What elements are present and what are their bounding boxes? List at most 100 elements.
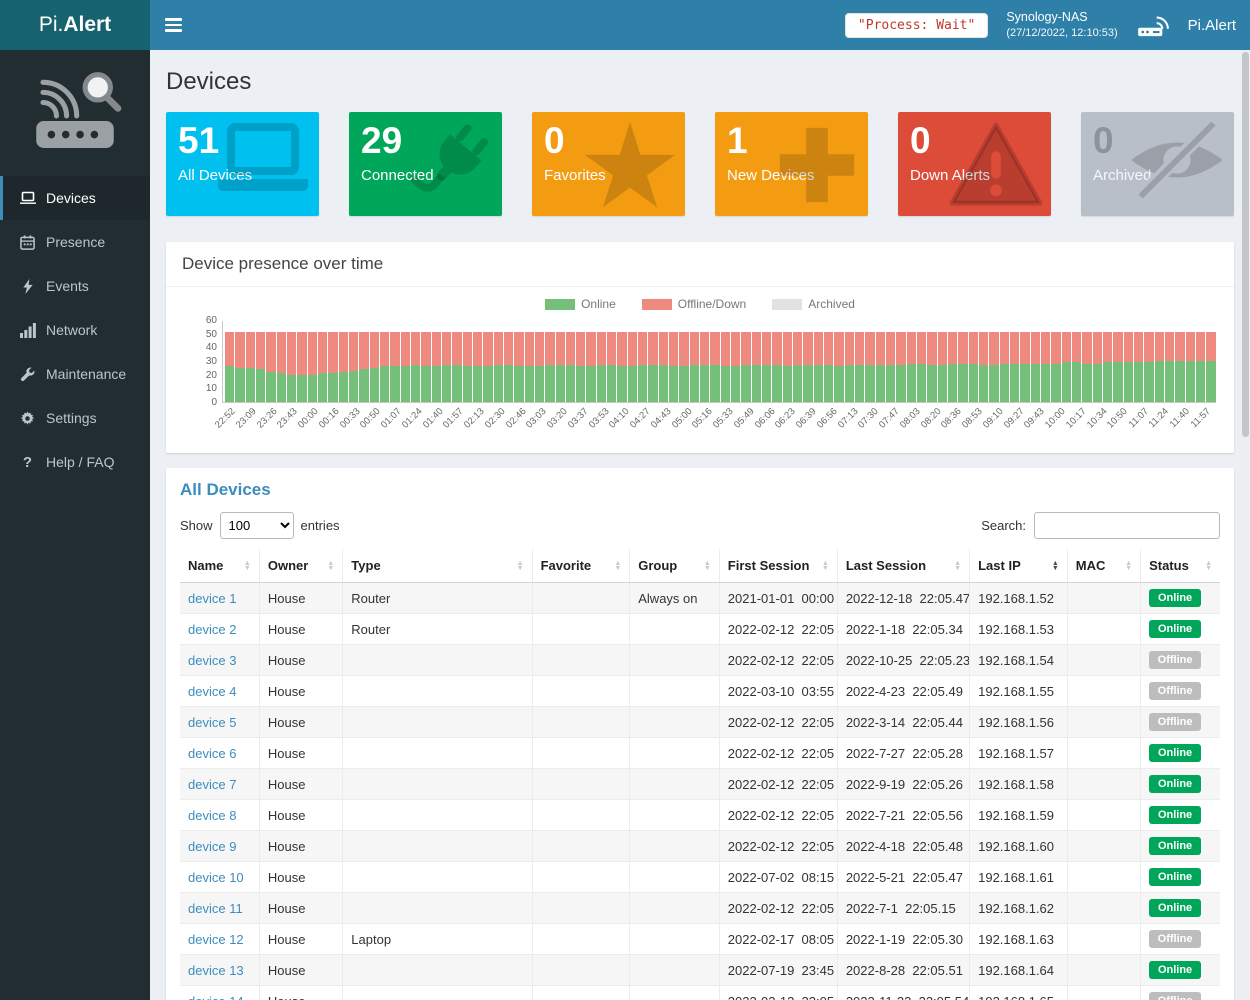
host-info: Synology-NAS (27/12/2022, 12:10:53) xyxy=(1006,9,1117,41)
summary-card-connected[interactable]: 29Connected xyxy=(349,112,502,216)
chart-bar xyxy=(638,332,647,402)
x-axis-label: 03:53 xyxy=(586,406,611,431)
x-axis-label: 00:00 xyxy=(296,406,321,431)
status-badge: Online xyxy=(1149,620,1201,638)
status-badge: Online xyxy=(1149,899,1201,917)
device-link[interactable]: device 14 xyxy=(188,994,244,1000)
chart-bar xyxy=(339,332,348,402)
cell-name: device 6 xyxy=(180,738,259,769)
column-header-favorite[interactable]: Favorite▲▼ xyxy=(532,549,630,583)
gear-icon xyxy=(19,411,36,426)
device-link[interactable]: device 4 xyxy=(188,684,236,699)
chart-bar xyxy=(545,332,554,402)
column-header-owner[interactable]: Owner▲▼ xyxy=(259,549,342,583)
cell-status: Online xyxy=(1141,583,1220,614)
device-link[interactable]: device 1 xyxy=(188,591,236,606)
cell-owner: House xyxy=(259,769,342,800)
chart-bar xyxy=(731,332,740,402)
x-axis-label: 08:36 xyxy=(939,406,964,431)
cell-status: Online xyxy=(1141,862,1220,893)
cell-mac xyxy=(1067,831,1140,862)
cell-last-ip: 192.168.1.56 xyxy=(970,707,1068,738)
device-row: device 14House2022-02-12 22:052022-11-22… xyxy=(180,986,1220,1000)
cell-last-session: 2022-5-21 22:05.47 xyxy=(837,862,969,893)
device-row: device 10House2022-07-02 08:152022-5-21 … xyxy=(180,862,1220,893)
cell-group xyxy=(630,986,720,1000)
x-axis-label: 06:23 xyxy=(773,406,798,431)
chart-bar xyxy=(266,332,275,402)
chart-bar xyxy=(1165,332,1174,402)
question-icon: ? xyxy=(19,454,36,471)
x-axis-label: 07:13 xyxy=(835,406,860,431)
chart-bar xyxy=(1155,332,1164,402)
chart-bar xyxy=(669,332,678,402)
summary-card-all-devices[interactable]: 51All Devices xyxy=(166,112,319,216)
device-link[interactable]: device 6 xyxy=(188,746,236,761)
cell-type xyxy=(343,831,532,862)
page-length-control: Show 100 entries xyxy=(180,512,340,539)
chart-bar xyxy=(1186,332,1195,402)
sidebar-item-network[interactable]: Network xyxy=(0,308,150,352)
cell-name: device 7 xyxy=(180,769,259,800)
legend-item-offline-down[interactable]: Offline/Down xyxy=(642,297,746,311)
brand-logo[interactable]: Pi.Alert xyxy=(0,0,150,50)
legend-item-archived[interactable]: Archived xyxy=(772,297,855,311)
status-badge: Online xyxy=(1149,744,1201,762)
column-header-last-session[interactable]: Last Session▲▼ xyxy=(837,549,969,583)
column-header-mac[interactable]: MAC▲▼ xyxy=(1067,549,1140,583)
summary-card-archived[interactable]: 0Archived xyxy=(1081,112,1234,216)
search-input[interactable] xyxy=(1034,512,1220,539)
summary-card-new-devices[interactable]: 1New Devices xyxy=(715,112,868,216)
cell-status: Online xyxy=(1141,800,1220,831)
warning-icon xyxy=(949,122,1043,211)
page-scrollbar[interactable] xyxy=(1242,52,1249,998)
device-link[interactable]: device 11 xyxy=(188,901,243,916)
chart-bar xyxy=(886,332,895,402)
chart-bar xyxy=(1196,332,1205,402)
summary-card-down-alerts[interactable]: 0Down Alerts xyxy=(898,112,1051,216)
summary-card-favorites[interactable]: 0Favorites xyxy=(532,112,685,216)
column-header-status[interactable]: Status▲▼ xyxy=(1141,549,1220,583)
sidebar-item-settings[interactable]: Settings xyxy=(0,396,150,440)
cell-favorite xyxy=(532,986,630,1000)
legend-swatch xyxy=(642,299,672,310)
legend-item-online[interactable]: Online xyxy=(545,297,616,311)
cell-type xyxy=(343,707,532,738)
column-header-group[interactable]: Group▲▼ xyxy=(630,549,720,583)
page-length-select[interactable]: 100 xyxy=(220,512,294,539)
all-devices-panel: All Devices Show 100 entries Search: Nam… xyxy=(166,468,1234,1000)
cell-owner: House xyxy=(259,800,342,831)
column-header-first-session[interactable]: First Session▲▼ xyxy=(719,549,837,583)
sidebar-item-events[interactable]: Events xyxy=(0,264,150,308)
sidebar-item-maintenance[interactable]: Maintenance xyxy=(0,352,150,396)
device-row: device 1HouseRouterAlways on2021-01-01 0… xyxy=(180,583,1220,614)
device-link[interactable]: device 13 xyxy=(188,963,244,978)
presence-panel: Device presence over time OnlineOffline/… xyxy=(166,242,1234,453)
device-link[interactable]: device 2 xyxy=(188,622,236,637)
column-header-type[interactable]: Type▲▼ xyxy=(343,549,532,583)
cell-last-session: 2022-12-18 22:05.47 xyxy=(837,583,969,614)
x-axis-label: 06:39 xyxy=(794,406,819,431)
device-link[interactable]: device 3 xyxy=(188,653,236,668)
host-datetime: (27/12/2022, 12:10:53) xyxy=(1006,26,1117,41)
device-link[interactable]: device 5 xyxy=(188,715,236,730)
device-link[interactable]: device 9 xyxy=(188,839,236,854)
column-header-name[interactable]: Name▲▼ xyxy=(180,549,259,583)
sidebar-item-devices[interactable]: Devices xyxy=(0,176,150,220)
device-link[interactable]: device 8 xyxy=(188,808,236,823)
device-link[interactable]: device 7 xyxy=(188,777,236,792)
menu-toggle-button[interactable] xyxy=(150,0,196,50)
chart-bar xyxy=(452,332,461,402)
cell-first-session: 2022-02-12 22:05 xyxy=(719,738,837,769)
cell-favorite xyxy=(532,707,630,738)
sidebar-item-presence[interactable]: Presence xyxy=(0,220,150,264)
chart-bar xyxy=(535,332,544,402)
sidebar-item-help-faq[interactable]: ?Help / FAQ xyxy=(0,440,150,484)
cell-owner: House xyxy=(259,583,342,614)
chart-bar xyxy=(917,332,926,402)
device-link[interactable]: device 10 xyxy=(188,870,244,885)
column-header-last-ip[interactable]: Last IP▲▼ xyxy=(970,549,1068,583)
cell-first-session: 2022-02-12 22:05 xyxy=(719,645,837,676)
x-axis-label: 04:27 xyxy=(628,406,653,431)
device-link[interactable]: device 12 xyxy=(188,932,244,947)
